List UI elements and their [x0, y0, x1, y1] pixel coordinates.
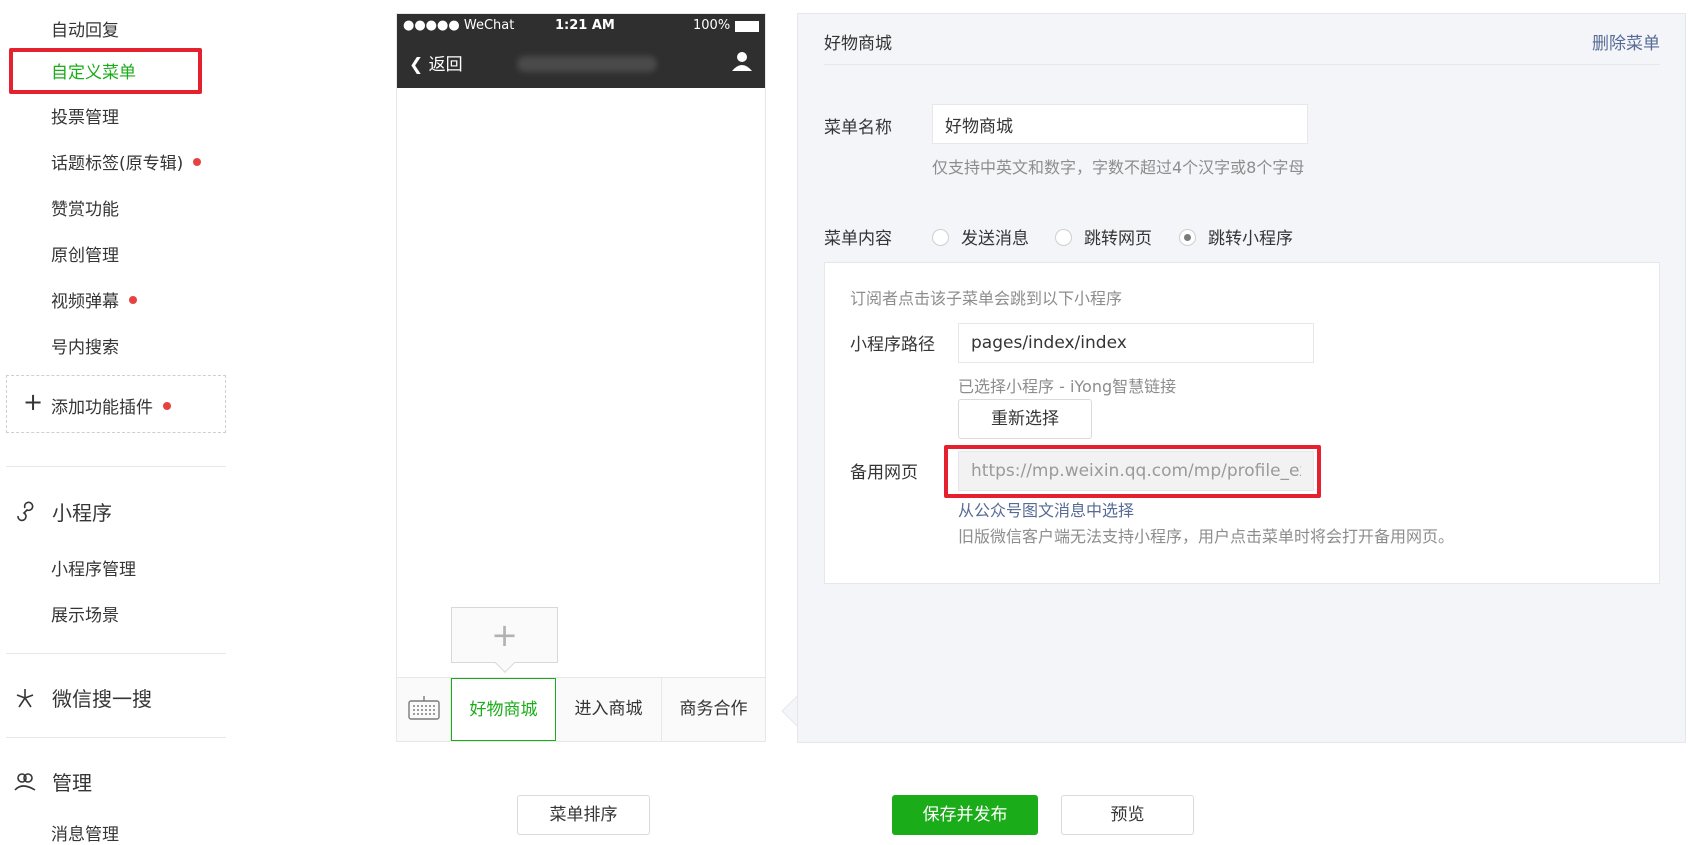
phone-status-bar: ●●●●● WeChat 1:21 AM 100% ❮ 返回 [397, 14, 765, 88]
sidebar-group-label: 管理 [52, 771, 92, 795]
menu-name-label: 菜单名称 [824, 118, 892, 138]
account-name-blurred [517, 56, 657, 72]
popup-arrow [495, 653, 515, 673]
sidebar-group-label: 小程序 [52, 501, 112, 525]
notification-dot [129, 296, 137, 304]
keyboard-icon[interactable] [397, 678, 451, 741]
editor-divider [824, 64, 1660, 65]
backup-web-note: 旧版微信客户端无法支持小程序，用户点击菜单时将会打开备用网页。 [958, 527, 1455, 546]
sidebar-group-manage[interactable]: 管理 [14, 767, 92, 798]
sidebar-item-topic-tag[interactable]: 话题标签(原专辑) [51, 149, 202, 174]
radio-circle [1055, 228, 1072, 246]
sidebar-item-video-danmaku[interactable]: 视频弹幕 [51, 287, 137, 312]
menu-sort-button[interactable]: 菜单排序 [517, 795, 650, 835]
carrier-text: ●●●●● WeChat [403, 18, 515, 33]
miniprogram-path-label: 小程序路径 [850, 335, 935, 355]
add-plugin-label: 添加功能插件 [51, 398, 153, 418]
add-submenu-button[interactable]: + [451, 607, 558, 673]
radio-circle [932, 228, 949, 246]
menu-name-hint: 仅支持中英文和数字，字数不超过4个汉字或8个字母 [932, 158, 1305, 177]
battery-icon [735, 21, 759, 32]
phone-menu-bar: 好物商城 进入商城 商务合作 [397, 677, 765, 741]
back-button[interactable]: ❮ 返回 [409, 50, 463, 75]
menu-tab-goods-mall[interactable]: 好物商城 [451, 678, 556, 741]
sidebar-group-search[interactable]: 微信搜一搜 [14, 683, 152, 714]
sidebar-item-message-manage[interactable]: 消息管理 [51, 820, 119, 845]
time-text: 1:21 AM [555, 18, 615, 33]
menu-name-input[interactable] [932, 104, 1308, 144]
sidebar-item-custom-menu[interactable]: 自定义菜单 [51, 58, 136, 83]
sidebar-item-label: 视频弹幕 [51, 292, 119, 312]
radio-label: 跳转小程序 [1208, 229, 1293, 249]
notification-dot [163, 402, 171, 410]
sidebar-item-reward[interactable]: 赞赏功能 [51, 195, 119, 220]
choose-from-article-link[interactable]: 从公众号图文消息中选择 [958, 497, 1134, 521]
plus-icon: + [23, 388, 44, 416]
back-label: 返回 [428, 55, 463, 75]
sidebar-divider [6, 653, 226, 654]
sidebar-item-vote[interactable]: 投票管理 [51, 103, 119, 128]
sidebar-group-miniprogram[interactable]: 小程序 [14, 497, 112, 528]
add-plugin-button[interactable]: + 添加功能插件 [6, 375, 226, 433]
sidebar: 自动回复 自定义菜单 投票管理 话题标签(原专辑) 赞赏功能 原创管理 视频弹幕… [0, 0, 307, 845]
miniprogram-icon [14, 501, 40, 528]
chevron-left-icon: ❮ [409, 55, 424, 75]
phone-preview: ●●●●● WeChat 1:21 AM 100% ❮ 返回 + 好物商城 进入… [396, 13, 766, 742]
sidebar-item-original[interactable]: 原创管理 [51, 241, 119, 266]
sidebar-group-label: 微信搜一搜 [52, 687, 152, 711]
backup-web-input[interactable] [958, 451, 1314, 491]
radio-send-message[interactable]: 发送消息 [932, 224, 1029, 249]
radio-label: 发送消息 [961, 229, 1029, 249]
menu-tab-enter-mall[interactable]: 进入商城 [556, 678, 662, 741]
search-sparkle-icon [14, 687, 40, 714]
radio-jump-miniprogram[interactable]: 跳转小程序 [1179, 224, 1293, 249]
preview-button[interactable]: 预览 [1061, 795, 1194, 835]
menu-tab-business[interactable]: 商务合作 [662, 678, 765, 741]
miniprogram-settings-box: 订阅者点击该子菜单会跳到以下小程序 小程序路径 已选择小程序 - iYong智慧… [824, 262, 1660, 584]
sidebar-divider [6, 737, 226, 738]
sidebar-divider [6, 466, 226, 467]
users-icon [14, 771, 40, 798]
save-publish-button[interactable]: 保存并发布 [892, 795, 1038, 835]
battery-text: 100% [693, 18, 731, 33]
radio-label: 跳转网页 [1084, 229, 1152, 249]
miniprogram-path-input[interactable] [958, 323, 1314, 363]
reselect-button[interactable]: 重新选择 [958, 399, 1092, 439]
miniprogram-intro: 订阅者点击该子菜单会跳到以下小程序 [850, 289, 1123, 308]
sidebar-item-miniprogram-manage[interactable]: 小程序管理 [51, 555, 136, 580]
menu-editor-panel: 好物商城 删除菜单 菜单名称 仅支持中英文和数字，字数不超过4个汉字或8个字母 … [797, 13, 1686, 743]
backup-web-label: 备用网页 [850, 463, 918, 483]
delete-menu-link[interactable]: 删除菜单 [1592, 29, 1660, 54]
sidebar-item-label: 话题标签(原专辑) [51, 154, 184, 174]
selected-miniprogram-text: 已选择小程序 - iYong智慧链接 [958, 377, 1177, 396]
sidebar-item-display-scene[interactable]: 展示场景 [51, 601, 119, 626]
plus-icon: + [491, 616, 518, 654]
editor-title: 好物商城 [824, 34, 892, 54]
sidebar-item-auto-reply[interactable]: 自动回复 [51, 16, 119, 41]
sidebar-item-inner-search[interactable]: 号内搜索 [51, 333, 119, 358]
radio-circle-selected [1179, 228, 1196, 246]
profile-icon[interactable] [731, 50, 753, 72]
notification-dot [193, 158, 202, 166]
menu-content-label: 菜单内容 [824, 229, 892, 249]
radio-jump-web[interactable]: 跳转网页 [1055, 224, 1152, 249]
